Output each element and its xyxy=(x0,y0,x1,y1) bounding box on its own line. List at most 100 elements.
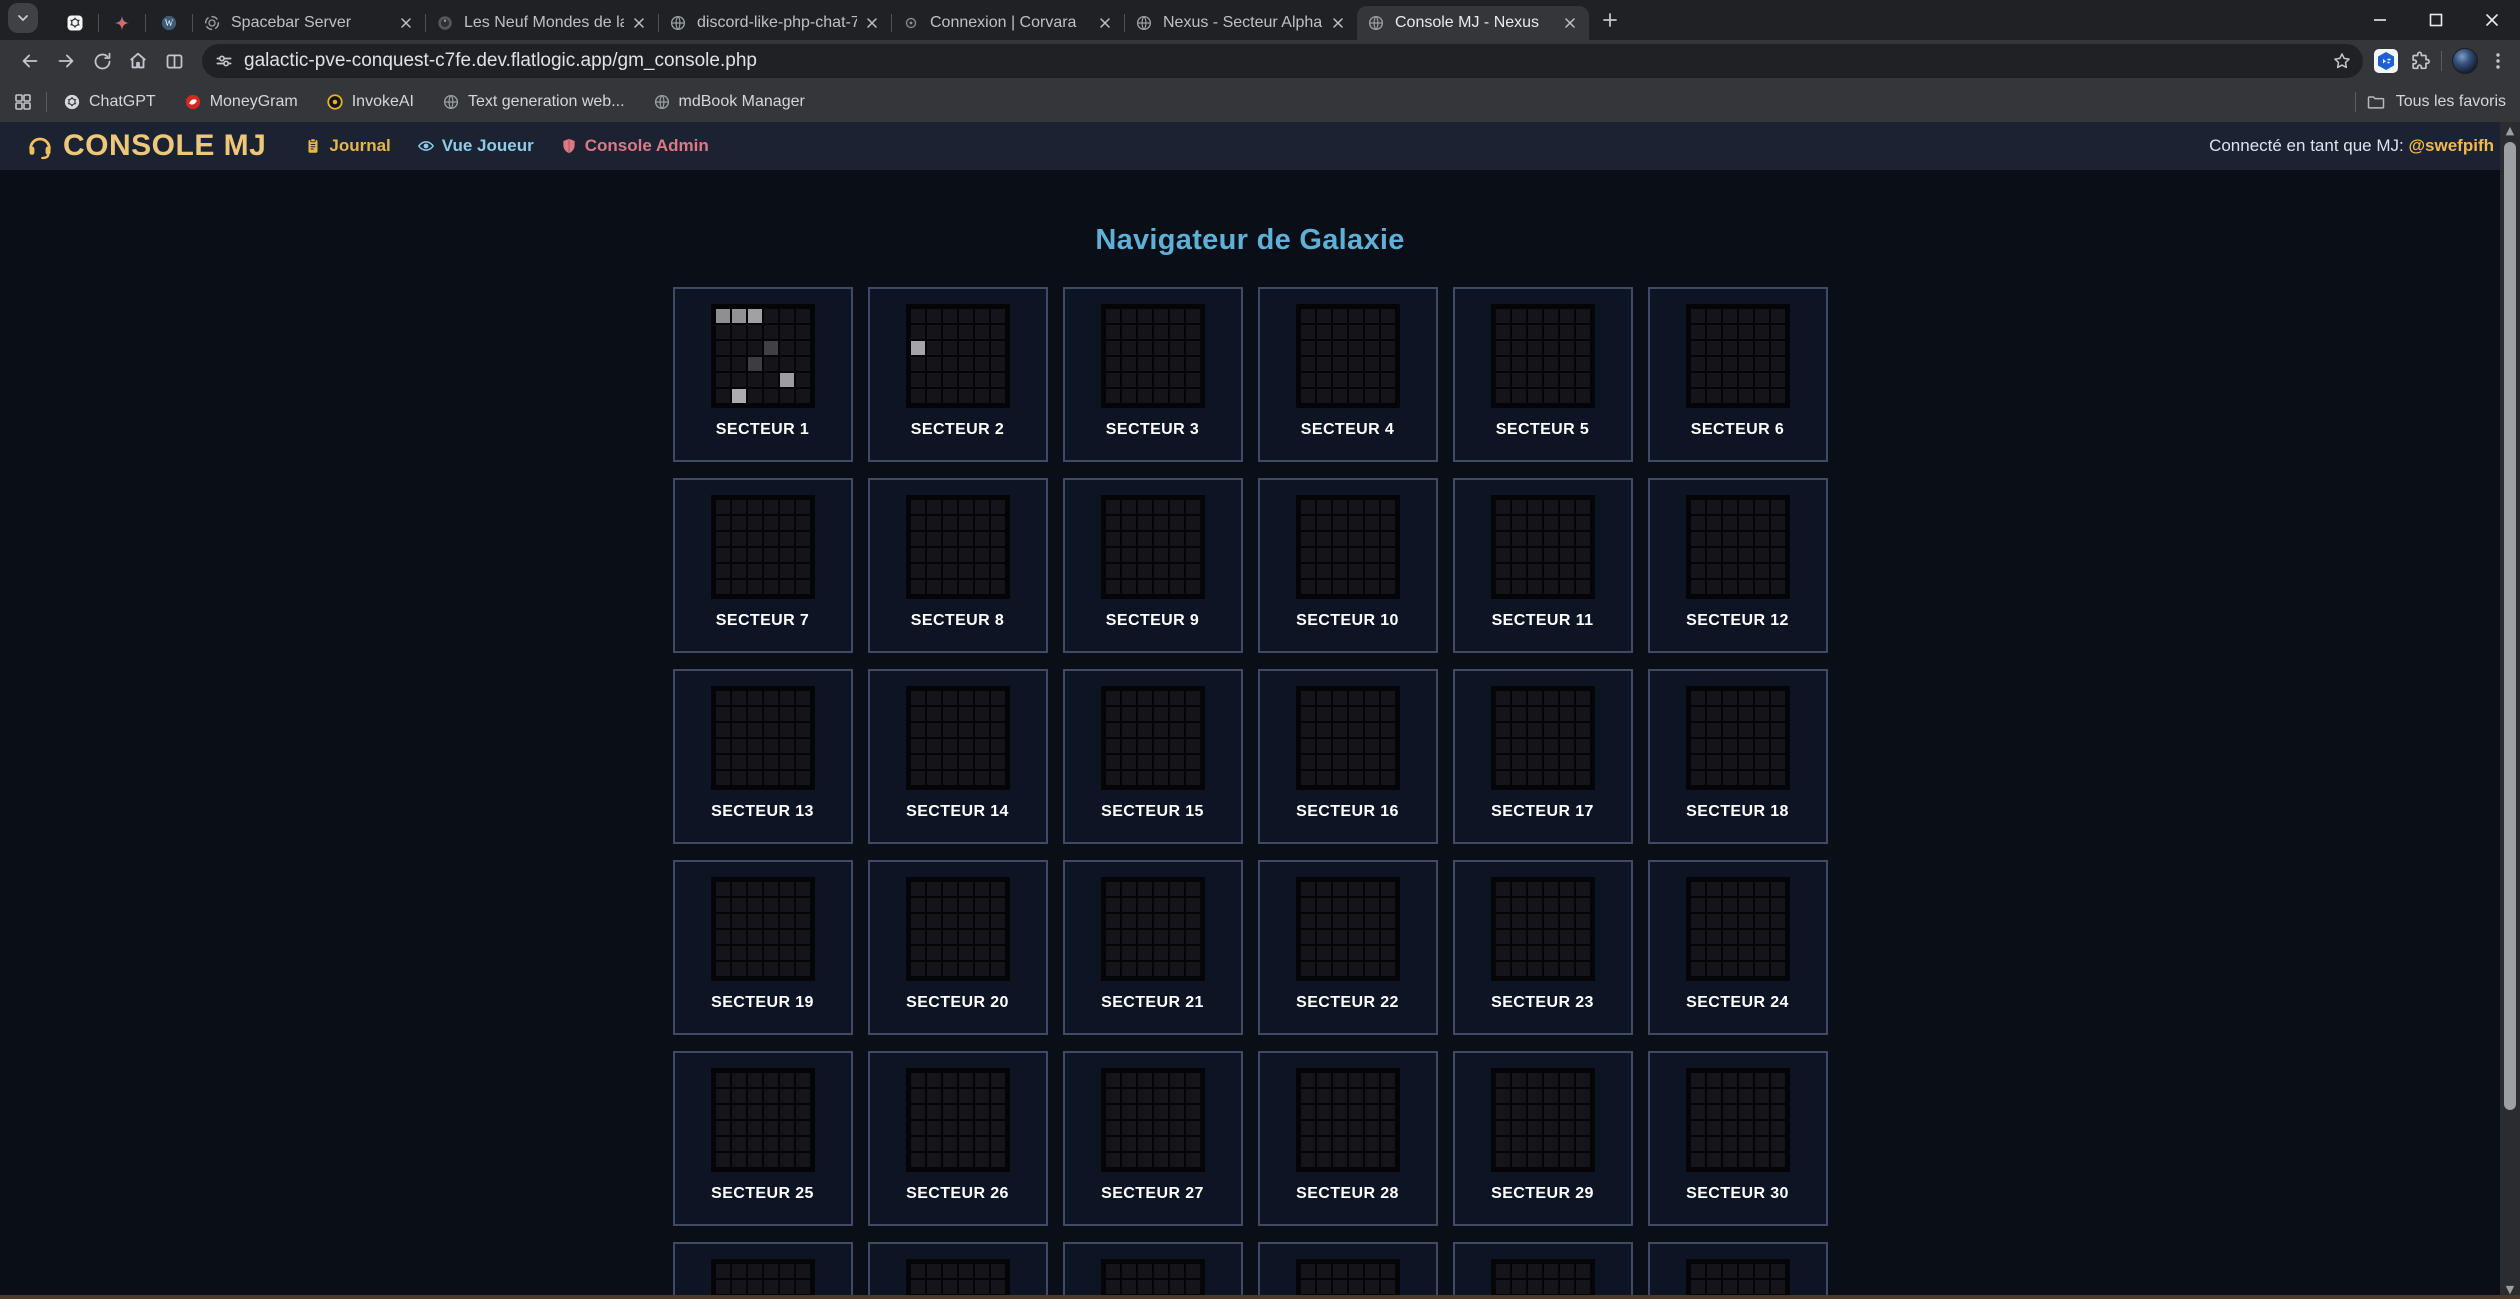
new-tab-button[interactable] xyxy=(1593,3,1627,37)
nav-item-journal[interactable]: Journal xyxy=(304,136,390,156)
tab-close-button[interactable] xyxy=(1329,14,1347,32)
back-button[interactable] xyxy=(12,43,48,79)
sector-card[interactable]: SECTEUR 9 xyxy=(1063,478,1243,653)
sector-card[interactable]: SECTEUR 2 xyxy=(868,287,1048,462)
sector-card[interactable]: SECTEUR 15 xyxy=(1063,669,1243,844)
minimap-cell xyxy=(1349,309,1363,323)
page-scrollbar[interactable]: ▲ ▼ xyxy=(2500,122,2520,1299)
profile-avatar[interactable] xyxy=(2452,48,2478,74)
tab[interactable]: Connexion | Corvara xyxy=(892,6,1124,40)
pinned-tab[interactable]: W xyxy=(146,6,192,40)
minimap-cell xyxy=(1691,341,1705,355)
sector-card[interactable]: SECTEUR 4 xyxy=(1258,287,1438,462)
sector-card[interactable]: SECTEUR 23 xyxy=(1453,860,1633,1035)
sector-card[interactable]: SECTEUR 3 xyxy=(1063,287,1243,462)
sector-card[interactable]: SECTEUR 19 xyxy=(673,860,853,1035)
sector-card[interactable]: SECTEUR 16 xyxy=(1258,669,1438,844)
minimap-cell xyxy=(764,898,778,912)
site-settings-icon[interactable] xyxy=(214,51,234,71)
tab-active[interactable]: Console MJ - Nexus xyxy=(1357,6,1589,40)
sector-card[interactable]: SECTEUR 14 xyxy=(868,669,1048,844)
sector-card[interactable]: SECTEUR 32 xyxy=(868,1242,1048,1299)
sector-card[interactable]: SECTEUR 1 xyxy=(673,287,853,462)
forward-button[interactable] xyxy=(48,43,84,79)
nav-item-vue-joueur[interactable]: Vue Joueur xyxy=(417,136,534,156)
scrollbar-thumb[interactable] xyxy=(2504,142,2516,1110)
bookmark-item[interactable]: InvokeAI xyxy=(326,93,414,111)
sector-card[interactable]: SECTEUR 13 xyxy=(673,669,853,844)
bookmark-item[interactable]: Text generation web... xyxy=(442,93,625,111)
tab[interactable]: discord-like-php-chat-7262.de xyxy=(659,6,891,40)
minimap-cell xyxy=(1381,962,1395,976)
extensions-puzzle-button[interactable] xyxy=(2409,50,2431,72)
sector-card[interactable]: SECTEUR 11 xyxy=(1453,478,1633,653)
tab-close-button[interactable] xyxy=(863,14,881,32)
bookmark-item[interactable]: MoneyGram xyxy=(184,93,298,111)
sector-card[interactable]: SECTEUR 8 xyxy=(868,478,1048,653)
sector-card[interactable]: SECTEUR 34 xyxy=(1258,1242,1438,1299)
sector-card[interactable]: SECTEUR 12 xyxy=(1648,478,1828,653)
tab-close-button[interactable] xyxy=(630,14,648,32)
tab-close-button[interactable] xyxy=(1096,14,1114,32)
minimize-button[interactable] xyxy=(2352,0,2408,40)
minimap-cell xyxy=(1739,1137,1753,1151)
bookmark-item[interactable]: ChatGPT xyxy=(63,93,156,111)
minimap-cell xyxy=(764,1089,778,1103)
sector-card[interactable]: SECTEUR 27 xyxy=(1063,1051,1243,1226)
sector-card[interactable]: SECTEUR 30 xyxy=(1648,1051,1828,1226)
nav-item-console-admin[interactable]: Console Admin xyxy=(560,136,709,156)
sector-card[interactable]: SECTEUR 35 xyxy=(1453,1242,1633,1299)
sector-card[interactable]: SECTEUR 21 xyxy=(1063,860,1243,1035)
sector-card[interactable]: SECTEUR 24 xyxy=(1648,860,1828,1035)
sector-card[interactable]: SECTEUR 18 xyxy=(1648,669,1828,844)
sector-card[interactable]: SECTEUR 7 xyxy=(673,478,853,653)
bookmark-item[interactable]: mdBook Manager xyxy=(653,93,805,111)
tab-close-button[interactable] xyxy=(1561,14,1579,32)
tab[interactable]: Spacebar Server xyxy=(193,6,425,40)
tab-close-button[interactable] xyxy=(397,14,415,32)
minimap-cell xyxy=(1317,1280,1331,1294)
side-panel-button[interactable] xyxy=(156,43,192,79)
pinned-tab[interactable] xyxy=(99,6,145,40)
sector-card[interactable]: SECTEUR 22 xyxy=(1258,860,1438,1035)
minimap-cell xyxy=(1512,1280,1526,1294)
url-text[interactable]: galactic-pve-conquest-c7fe.dev.flatlogic… xyxy=(244,50,2327,72)
minimap-cell xyxy=(1707,914,1721,928)
sector-card[interactable]: SECTEUR 29 xyxy=(1453,1051,1633,1226)
minimap-cell xyxy=(1560,1264,1574,1278)
app-logo[interactable]: CONSOLE MJ xyxy=(26,129,266,163)
address-bar[interactable]: galactic-pve-conquest-c7fe.dev.flatlogic… xyxy=(202,44,2363,78)
sector-card[interactable]: SECTEUR 33 xyxy=(1063,1242,1243,1299)
minimap-cell xyxy=(1154,1137,1168,1151)
tab[interactable]: Nexus - Secteur Alpha [G1] xyxy=(1125,6,1357,40)
scrollbar-up-arrow[interactable]: ▲ xyxy=(2500,122,2520,140)
pinned-tab[interactable] xyxy=(52,6,98,40)
minimap-cell xyxy=(764,914,778,928)
sector-card[interactable]: SECTEUR 25 xyxy=(673,1051,853,1226)
sector-card[interactable]: SECTEUR 26 xyxy=(868,1051,1048,1226)
home-button[interactable] xyxy=(120,43,156,79)
tab-search-button[interactable] xyxy=(8,3,38,33)
apps-grid-icon[interactable] xyxy=(14,93,32,111)
sector-card[interactable]: SECTEUR 6 xyxy=(1648,287,1828,462)
tab[interactable]: Les Neuf Mondes de la Mythol xyxy=(426,6,658,40)
minimap-cell xyxy=(1365,1073,1379,1087)
sector-card[interactable]: SECTEUR 17 xyxy=(1453,669,1633,844)
sector-card[interactable]: SECTEUR 36 xyxy=(1648,1242,1828,1299)
minimap-cell xyxy=(716,325,730,339)
minimap-cell xyxy=(1333,500,1347,514)
sector-card[interactable]: SECTEUR 31 xyxy=(673,1242,853,1299)
bookmark-star-button[interactable] xyxy=(2327,46,2357,76)
sector-card[interactable]: SECTEUR 28 xyxy=(1258,1051,1438,1226)
minimap-cell xyxy=(1333,914,1347,928)
sector-label: SECTEUR 9 xyxy=(1065,612,1241,630)
maximize-button[interactable] xyxy=(2408,0,2464,40)
all-bookmarks-label[interactable]: Tous les favoris xyxy=(2396,93,2506,111)
sector-card[interactable]: SECTEUR 5 xyxy=(1453,287,1633,462)
extension-icon[interactable] xyxy=(2373,48,2399,74)
reload-button[interactable] xyxy=(84,43,120,79)
menu-kebab-button[interactable] xyxy=(2488,51,2508,71)
sector-card[interactable]: SECTEUR 10 xyxy=(1258,478,1438,653)
sector-card[interactable]: SECTEUR 20 xyxy=(868,860,1048,1035)
close-button[interactable] xyxy=(2464,0,2520,40)
